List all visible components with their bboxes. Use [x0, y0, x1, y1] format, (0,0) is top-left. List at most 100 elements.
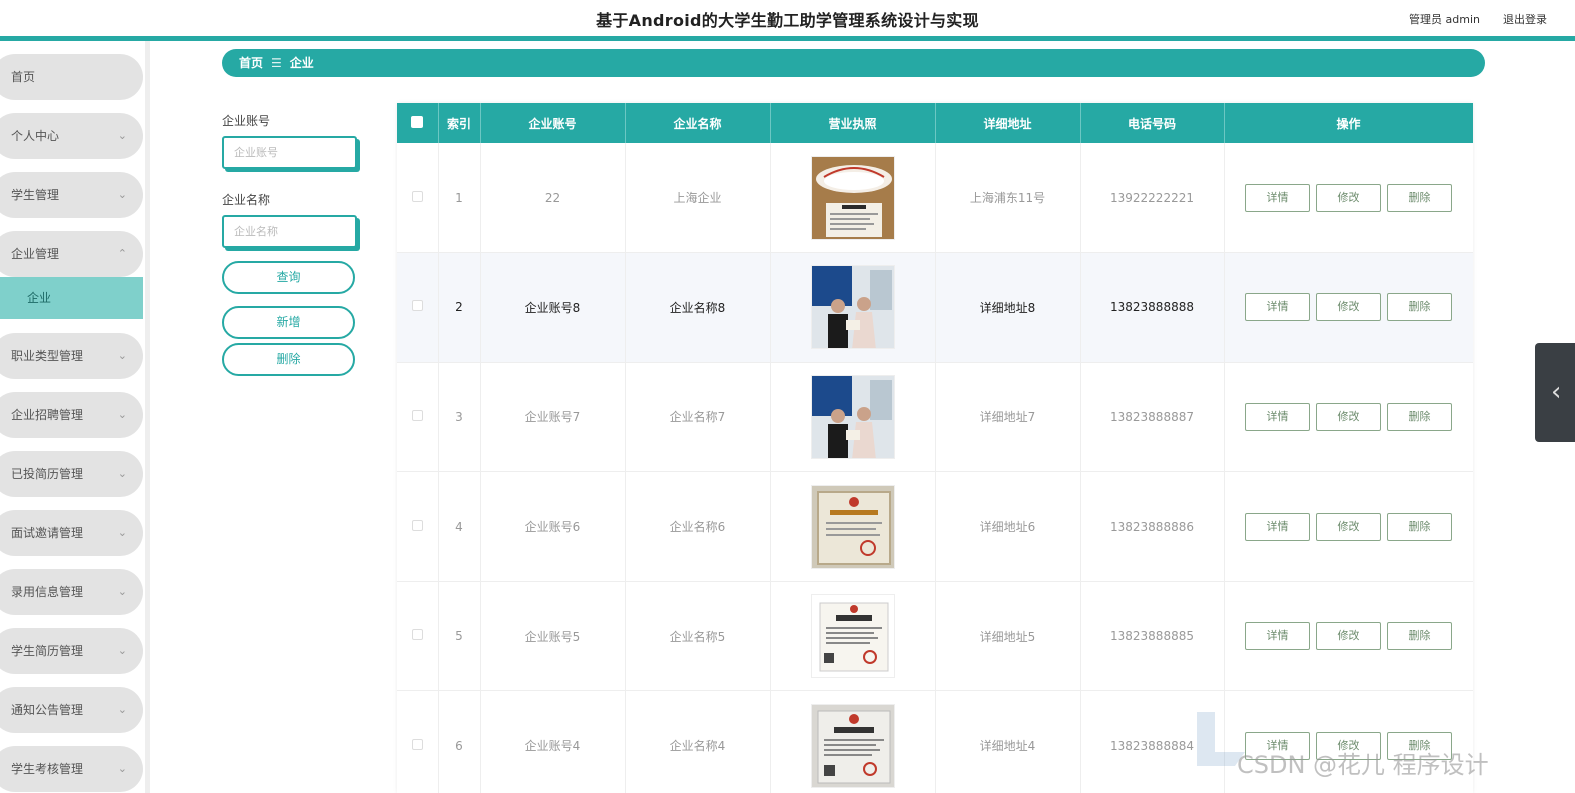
sidebar-item-hiring[interactable]: 录用信息管理 ⌄ [0, 569, 143, 615]
edit-button[interactable]: 修改 [1316, 293, 1381, 322]
chevron-down-icon: ⌄ [117, 644, 127, 657]
sidebar-item-students[interactable]: 学生管理 ⌄ [0, 172, 143, 218]
detail-button[interactable]: 详情 [1245, 622, 1310, 651]
cell-name: 企业名称6 [625, 471, 771, 582]
delete-button[interactable]: 删除 [1387, 183, 1452, 212]
row-checkbox[interactable] [411, 738, 423, 750]
select-all-checkbox[interactable] [411, 115, 424, 128]
table-row: 1 22 上海企业 上海浦东11号 13922222221 详情 修改 删除 [397, 143, 1473, 254]
cell-index: 1 [438, 143, 481, 254]
sidebar-item-interviews[interactable]: 面试邀请管理 ⌄ [0, 510, 143, 556]
header-account: 企业账号 [480, 103, 626, 143]
add-button[interactable]: 新增 [222, 306, 355, 339]
sidebar-item-job-types[interactable]: 职业类型管理 ⌄ [0, 333, 143, 379]
license-image[interactable] [810, 265, 895, 350]
header-phone: 电话号码 [1080, 103, 1225, 143]
breadcrumb: 首页 ☰ 企业 [222, 49, 1485, 77]
delete-button[interactable]: 删除 [1387, 402, 1452, 431]
logout-link[interactable]: 退出登录 [1503, 11, 1547, 27]
sidebar-item-submitted-resumes[interactable]: 已投简历管理 ⌄ [0, 451, 143, 497]
row-checkbox[interactable] [411, 629, 423, 641]
chevron-left-icon: ‹ [1551, 377, 1562, 407]
edit-button[interactable]: 修改 [1316, 512, 1381, 541]
name-label: 企业名称 [222, 193, 271, 207]
certificate-image [811, 485, 894, 568]
chevron-down-icon: ⌄ [117, 762, 127, 775]
detail-button[interactable]: 详情 [1245, 512, 1310, 541]
business-license-image [811, 704, 894, 787]
account-input[interactable] [222, 136, 357, 169]
enterprise-table: 索引 企业账号 企业名称 营业执照 详细地址 电话号码 操作 1 22 上海企业 [397, 103, 1473, 793]
cell-account: 企业账号6 [480, 471, 626, 582]
delete-button[interactable]: 删除 [1387, 293, 1452, 322]
edit-button[interactable]: 修改 [1316, 183, 1381, 212]
query-button[interactable]: 查询 [222, 261, 355, 294]
sidebar-subitem-enterprise[interactable]: 企业 [0, 277, 143, 319]
cell-account: 企业账号7 [480, 362, 626, 473]
cell-address: 详细地址4 [935, 690, 1081, 793]
cell-phone: 13823888887 [1080, 362, 1225, 473]
cell-index: 5 [438, 581, 481, 692]
table-row: 2 企业账号8 企业名称8 详细地址8 13823888888 详情 修改 删除 [397, 252, 1473, 363]
table-row: 5 企业账号5 企业名称5 详细地址5 13823888885 详情 修改 删除 [397, 581, 1473, 692]
cell-address: 详细地址5 [935, 581, 1081, 692]
table-header-row: 索引 企业账号 企业名称 营业执照 详细地址 电话号码 操作 [397, 103, 1473, 143]
license-image[interactable] [810, 374, 895, 459]
header-license: 营业执照 [770, 103, 936, 143]
edit-button[interactable]: 修改 [1316, 622, 1381, 651]
menu-icon: ☰ [271, 56, 282, 70]
header-actions: 操作 [1224, 103, 1473, 143]
cell-name: 企业名称8 [625, 252, 771, 363]
edit-button[interactable]: 修改 [1316, 402, 1381, 431]
account-label: 企业账号 [222, 114, 271, 128]
cell-name: 企业名称4 [625, 690, 771, 793]
row-checkbox[interactable] [411, 300, 423, 312]
license-image[interactable] [810, 703, 895, 788]
delete-button[interactable]: 删除 [1387, 622, 1452, 651]
people-photo-image [811, 266, 894, 349]
chevron-down-icon: ⌄ [117, 703, 127, 716]
cell-name: 企业名称7 [625, 362, 771, 473]
header-name: 企业名称 [625, 103, 771, 143]
sidebar-item-recruitment[interactable]: 企业招聘管理 ⌄ [0, 392, 143, 438]
sidebar-item-enterprise[interactable]: 企业管理 ⌃ [0, 231, 143, 277]
cell-phone: 13823888888 [1080, 252, 1225, 363]
chevron-down-icon: ⌄ [117, 349, 127, 362]
sidebar-item-home[interactable]: 首页 [0, 54, 143, 100]
batch-delete-button[interactable]: 删除 [222, 343, 355, 376]
sidebar-item-student-resumes[interactable]: 学生简历管理 ⌄ [0, 628, 143, 674]
header-index: 索引 [438, 103, 481, 143]
header-address: 详细地址 [935, 103, 1081, 143]
row-checkbox[interactable] [411, 190, 423, 202]
license-image[interactable] [810, 155, 895, 240]
detail-button[interactable]: 详情 [1245, 183, 1310, 212]
lamp-certificate-image [811, 156, 894, 239]
detail-button[interactable]: 详情 [1245, 293, 1310, 322]
delete-button[interactable]: 删除 [1387, 512, 1452, 541]
top-bar: 基于Android的大学生勤工助学管理系统设计与实现 管理员 admin 退出登… [0, 0, 1575, 36]
name-input[interactable] [222, 215, 357, 248]
license-image[interactable] [810, 484, 895, 569]
sidebar-item-personal-center[interactable]: 个人中心 ⌄ [0, 113, 143, 159]
sidebar-item-notices[interactable]: 通知公告管理 ⌄ [0, 687, 143, 733]
cell-address: 详细地址8 [935, 252, 1081, 363]
detail-button[interactable]: 详情 [1245, 402, 1310, 431]
cell-account: 企业账号8 [480, 252, 626, 363]
license-image[interactable] [810, 594, 895, 679]
chevron-up-icon: ⌃ [117, 247, 127, 260]
cell-account: 企业账号4 [480, 690, 626, 793]
breadcrumb-home[interactable]: 首页 [239, 56, 263, 70]
cell-index: 4 [438, 471, 481, 582]
cell-account: 企业账号5 [480, 581, 626, 692]
sidebar: 首页 个人中心 ⌄ 学生管理 ⌄ 企业管理 ⌃ 企业 职业类型管理 ⌄ 企业招聘管理 ⌄ … [0, 41, 150, 793]
cell-name: 企业名称5 [625, 581, 771, 692]
row-checkbox[interactable] [411, 409, 423, 421]
current-user: 管理员 admin [1409, 13, 1480, 26]
chevron-down-icon: ⌄ [117, 408, 127, 421]
sidebar-item-assessment[interactable]: 学生考核管理 ⌄ [0, 746, 143, 792]
select-all-cell[interactable] [397, 103, 439, 143]
cell-account: 22 [480, 143, 626, 254]
collapse-handle[interactable]: ‹ [1535, 343, 1575, 442]
row-checkbox[interactable] [411, 519, 423, 531]
chevron-down-icon: ⌄ [117, 526, 127, 539]
